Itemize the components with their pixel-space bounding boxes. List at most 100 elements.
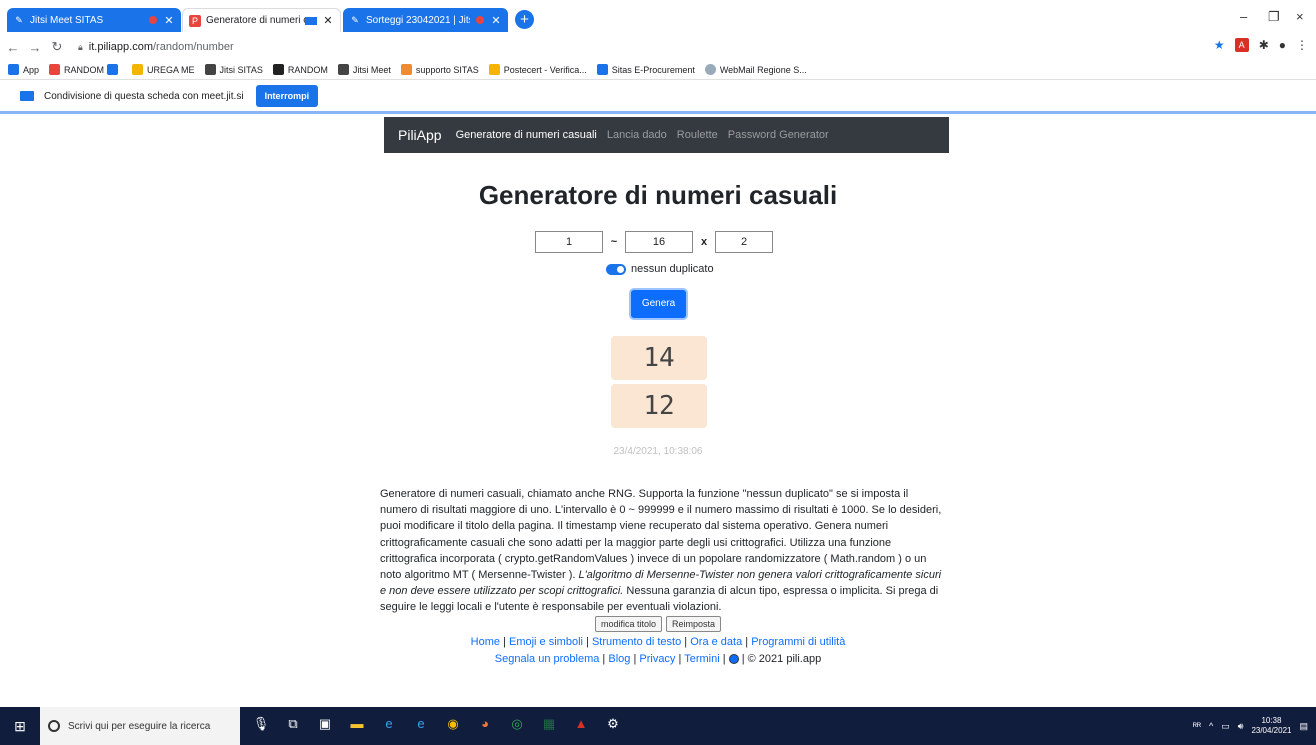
bookmark-star-icon[interactable]: ★ — [1214, 38, 1225, 52]
close-tab-icon[interactable]: ✕ — [490, 14, 502, 27]
settings-icon[interactable]: ⚙ — [602, 716, 624, 736]
copyright: © 2021 pili.app — [747, 653, 822, 665]
windows-start-icon[interactable]: ⊞ — [0, 718, 40, 735]
close-tab-icon[interactable]: ✕ — [163, 14, 175, 27]
bookmark-apps[interactable]: App — [8, 64, 39, 75]
piliapp-icon — [49, 64, 61, 75]
new-tab-button[interactable]: + — [515, 10, 534, 29]
bookmark-label: Sitas E-Procurement — [611, 64, 695, 75]
reload-icon[interactable]: ↻ — [48, 39, 66, 55]
tab-jitsi-sitas[interactable]: ✎ Jitsi Meet SITAS ✕ — [7, 8, 181, 32]
bookmark-webmail[interactable]: WebMail Regione S... — [704, 64, 807, 75]
close-tab-icon[interactable]: ✕ — [322, 14, 334, 27]
notification-icon[interactable]: ▤ — [1299, 721, 1308, 732]
volume-icon[interactable]: 🔊︎ — [1238, 721, 1244, 732]
app-icon[interactable]: ▣ — [314, 716, 336, 736]
nav-link-dado[interactable]: Lancia dado — [607, 129, 667, 141]
profile-icon[interactable]: ● — [1279, 38, 1286, 52]
footer-link-testo[interactable]: Strumento di testo — [592, 636, 681, 648]
taskbar-search[interactable]: Scrivi qui per eseguire la ricerca — [40, 707, 240, 745]
microphone-icon[interactable]: 🎙︎ — [250, 716, 272, 736]
jitsi-icon — [337, 64, 349, 75]
webmail-icon — [704, 64, 716, 75]
footer-link-blog[interactable]: Blog — [608, 653, 630, 665]
ie-icon[interactable]: e — [410, 716, 432, 736]
acrobat-icon[interactable]: ▲ — [570, 716, 592, 736]
url-path: /random/number — [153, 41, 234, 53]
sharing-text: Condivisione di questa scheda con meet.j… — [44, 90, 244, 102]
tab-generatore[interactable]: P Generatore di numeri casuali ✕ — [182, 8, 341, 32]
count-input[interactable]: 2 — [715, 231, 773, 253]
minimize-button[interactable]: – — [1240, 9, 1247, 24]
footer-links-row2: Segnala un problema | Blog | Privacy | T… — [494, 653, 822, 665]
bookmark-label: WebMail Regione S... — [719, 64, 807, 75]
footer-link-emoji[interactable]: Emoji e simboli — [509, 636, 583, 648]
bookmark-jitsi-meet[interactable]: Jitsi Meet — [337, 64, 391, 75]
footer-link-ora[interactable]: Ora e data — [690, 636, 742, 648]
stop-sharing-button[interactable]: Interrompi — [255, 85, 319, 107]
no-duplicates-toggle[interactable] — [606, 263, 626, 275]
chevron-up-icon[interactable]: ^ — [1209, 721, 1213, 731]
timestamp: 23/4/2021, 10:38:06 — [613, 446, 703, 457]
bookmark-sitas-eproc[interactable]: Sitas E-Procurement — [596, 64, 695, 75]
bookmark-label: RANDOM — [287, 64, 328, 75]
bookmark-jitsi-sitas[interactable]: Jitsi SITAS — [204, 64, 263, 75]
result-value: 12 — [611, 384, 707, 428]
bookmark-random[interactable]: RANDOM — [49, 64, 122, 75]
pdf-extension-icon[interactable]: A — [1234, 38, 1249, 52]
back-icon[interactable]: ← — [4, 40, 22, 55]
postecert-icon — [488, 64, 500, 75]
firefox-icon[interactable]: ◕ — [474, 716, 496, 736]
generate-button[interactable]: Genera — [631, 290, 686, 318]
language-globe-icon[interactable] — [728, 654, 739, 665]
restore-button[interactable]: ❐ — [1268, 9, 1280, 25]
bookmark-urega[interactable]: UREGA ME — [132, 64, 195, 75]
close-window-button[interactable]: × — [1296, 9, 1304, 24]
tab-title: Jitsi Meet SITAS — [30, 14, 104, 26]
cortana-icon — [48, 720, 60, 732]
cast-icon — [107, 64, 119, 75]
url-field[interactable]: it.piliapp.com/random/number — [89, 41, 234, 53]
min-input[interactable]: 1 — [535, 231, 603, 253]
bookmark-postecert[interactable]: Postecert - Verifica... — [488, 64, 587, 75]
extensions-icon[interactable]: ✱ — [1259, 38, 1269, 52]
urega-icon — [132, 64, 144, 75]
lock-icon[interactable]: 🔒︎ — [78, 42, 83, 53]
footer-link-programmi[interactable]: Programmi di utilità — [751, 636, 845, 648]
no-duplicates-row: nessun duplicato — [606, 263, 714, 275]
clock[interactable]: 10:38 23/04/2021 — [1251, 716, 1291, 736]
nav-link-password[interactable]: Password Generator — [728, 129, 829, 141]
reset-button[interactable]: Reimposta — [666, 616, 722, 632]
people-icon[interactable]: ᴿᴿ — [1193, 721, 1201, 731]
task-view-icon[interactable]: ⧉ — [282, 716, 304, 736]
brand-logo[interactable]: PiliApp — [398, 127, 442, 143]
tab-strip: ✎ Jitsi Meet SITAS ✕ P Generatore di num… — [0, 0, 1316, 34]
menu-icon[interactable]: ⋮ — [1296, 38, 1308, 52]
bookmark-random-2[interactable]: RANDOM — [272, 64, 328, 75]
bookmarks-bar: App RANDOM UREGA ME Jitsi SITAS RANDOM J… — [0, 60, 1316, 80]
clock-time: 10:38 — [1261, 716, 1282, 725]
footer-links-row1: Home | Emoji e simboli | Strumento di te… — [470, 636, 846, 648]
edit-title-button[interactable]: modifica titolo — [594, 616, 662, 632]
nav-link-generatore[interactable]: Generatore di numeri casuali — [456, 129, 597, 141]
bookmark-supporto-sitas[interactable]: supporto SITAS — [400, 64, 479, 75]
forward-icon[interactable]: → — [26, 40, 44, 55]
network-icon[interactable]: ▭ — [1221, 721, 1230, 732]
green-app-icon[interactable]: ◎ — [506, 716, 528, 736]
clock-date: 23/04/2021 — [1251, 726, 1292, 735]
tab-title: Sorteggi 23042021 | Jitsi Me — [366, 14, 470, 26]
footer-link-home[interactable]: Home — [471, 636, 500, 648]
bookmark-label: App — [23, 64, 40, 75]
footer-link-privacy[interactable]: Privacy — [639, 653, 675, 665]
max-input[interactable]: 16 — [625, 231, 693, 253]
edge-icon[interactable]: e — [378, 716, 400, 736]
address-bar: ← → ↻ 🔒︎ it.piliapp.com/random/number ★ … — [0, 34, 1316, 60]
file-explorer-icon[interactable]: ▬ — [346, 716, 368, 736]
footer-link-segnala[interactable]: Segnala un problema — [495, 653, 600, 665]
tab-sorteggi[interactable]: ✎ Sorteggi 23042021 | Jitsi Me ✕ — [343, 8, 508, 32]
excel-icon[interactable]: ▦ — [538, 716, 560, 736]
nav-link-roulette[interactable]: Roulette — [677, 129, 718, 141]
chrome-icon[interactable]: ◉ — [442, 716, 464, 736]
footer-link-termini[interactable]: Termini — [684, 653, 719, 665]
description-text: Generatore di numeri casuali, chiamato a… — [380, 486, 947, 616]
